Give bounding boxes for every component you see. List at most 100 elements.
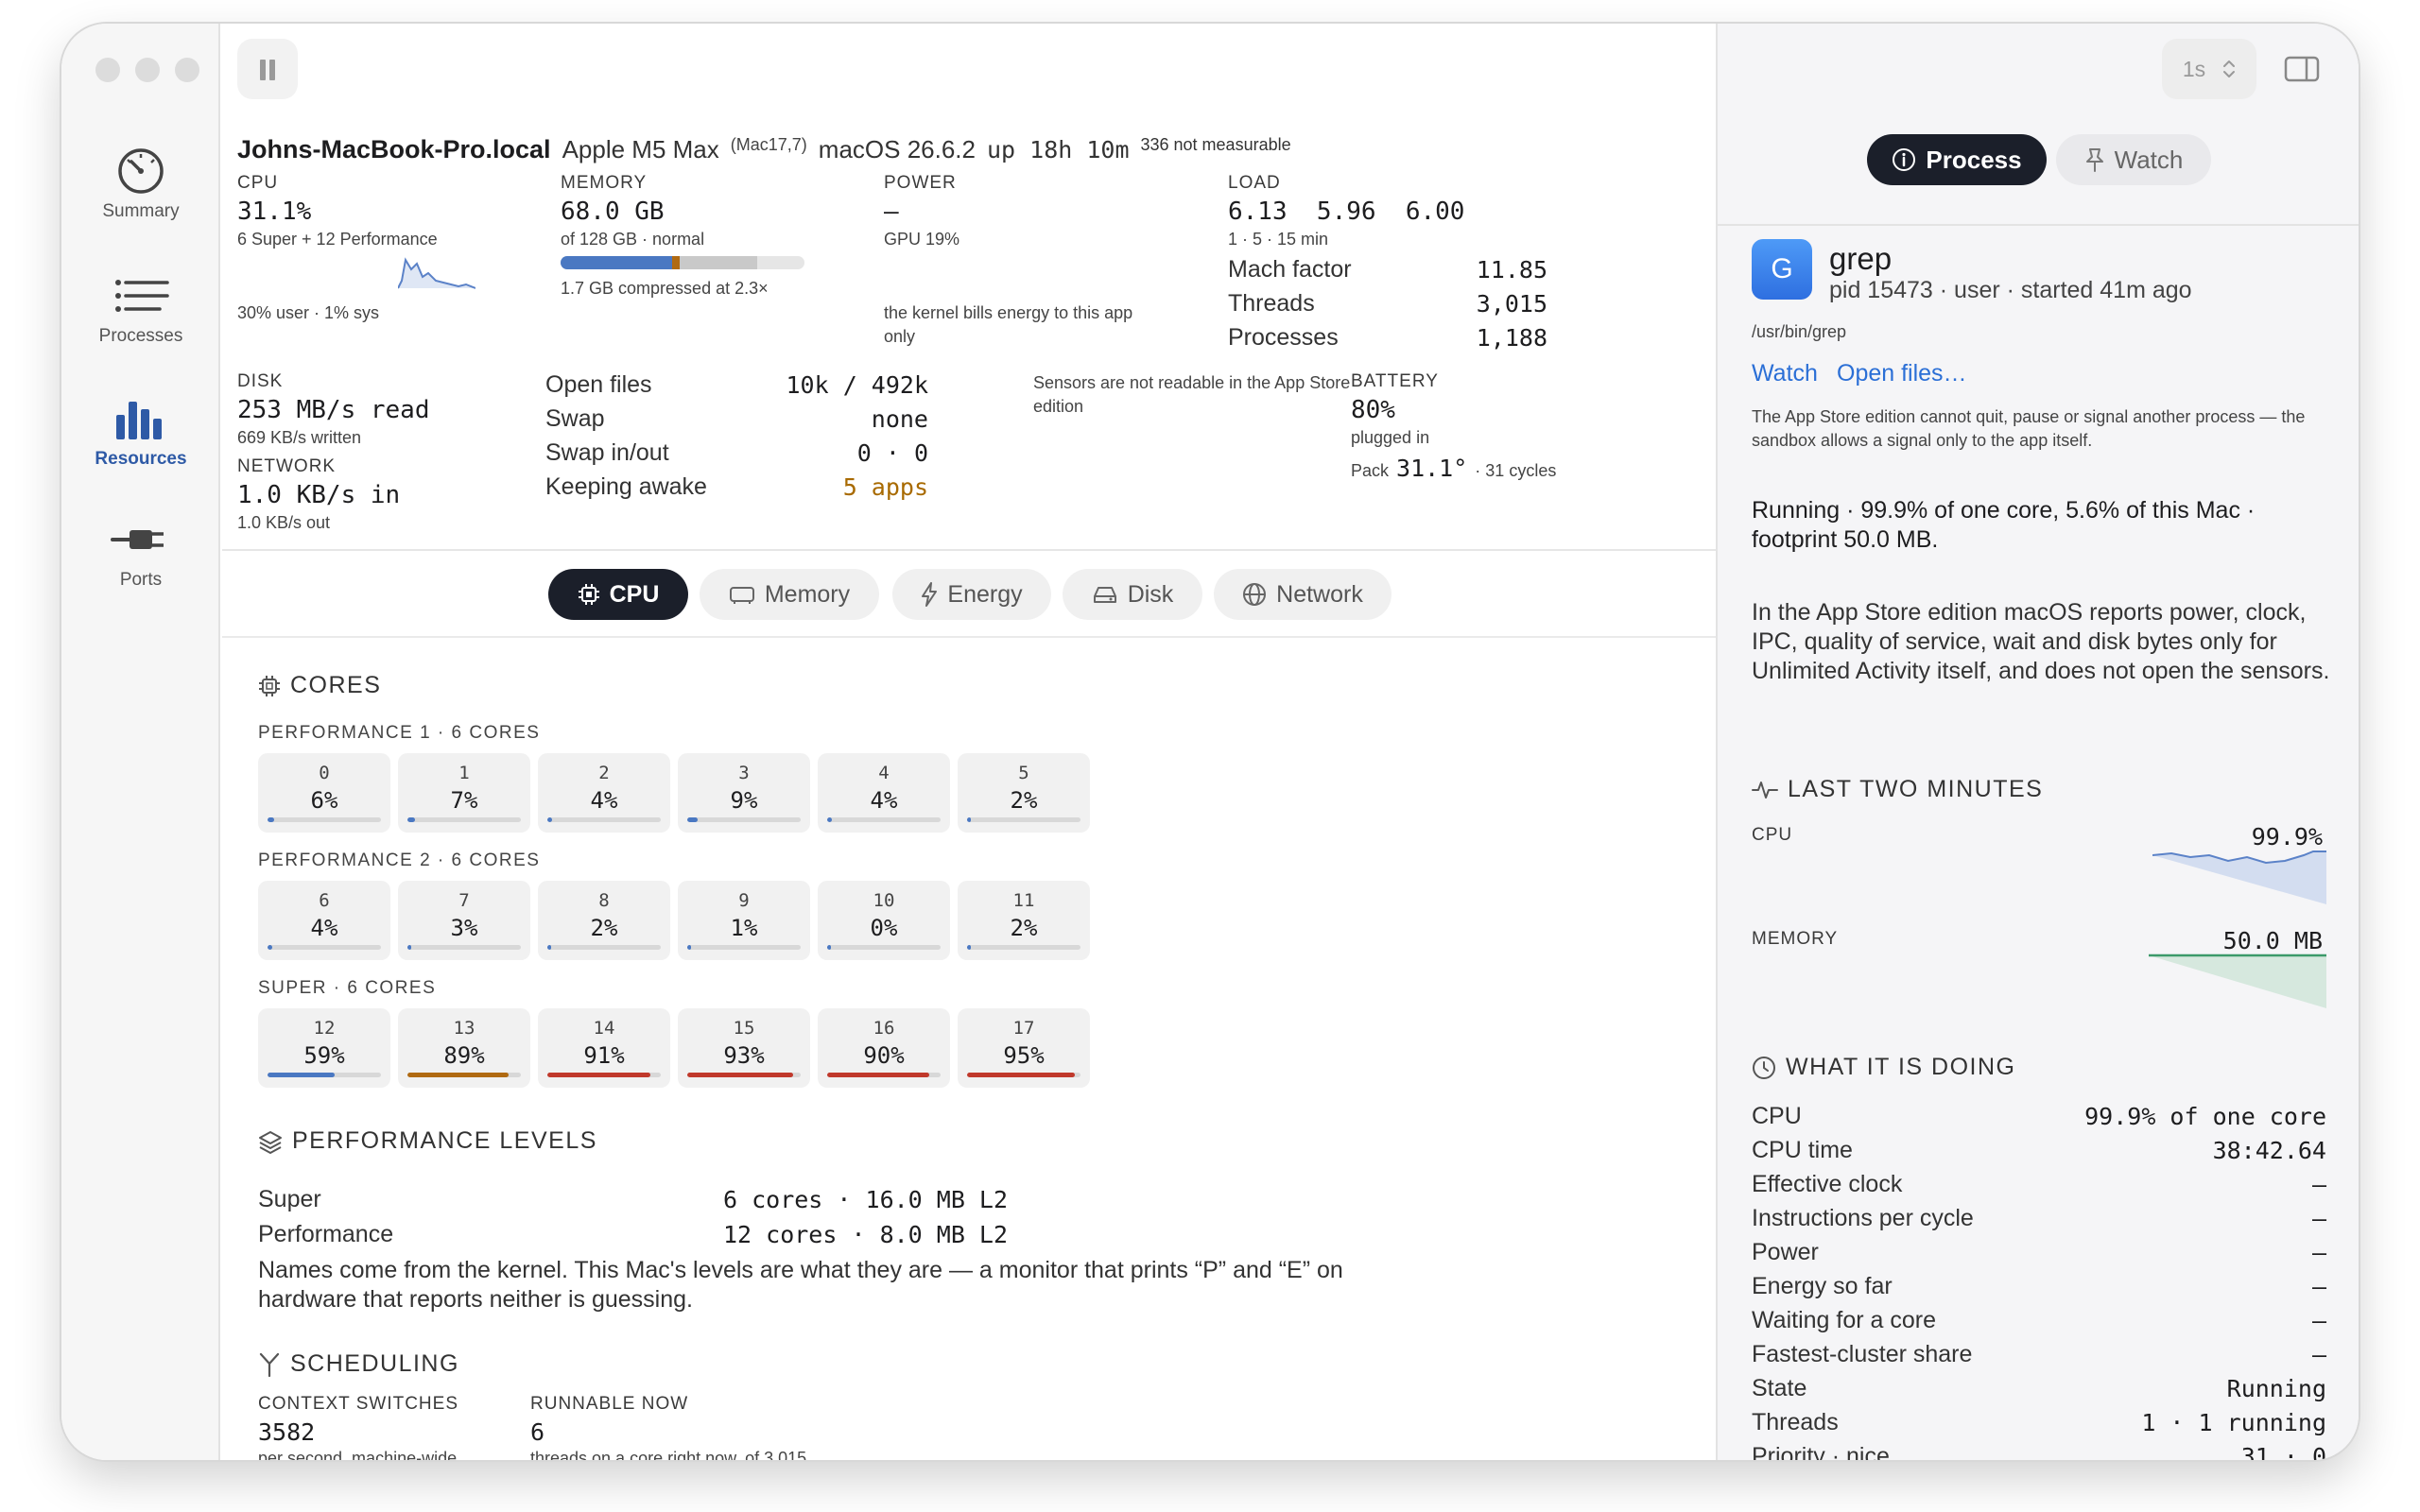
battery-value: 80% bbox=[1351, 396, 1395, 424]
doing-row-label: Effective clock bbox=[1752, 1170, 1903, 1197]
load-row: Processes 1,188 bbox=[1228, 324, 1547, 352]
core-usage: 95% bbox=[1003, 1042, 1045, 1069]
core-usage: 90% bbox=[863, 1042, 905, 1069]
core-usage-fill bbox=[687, 945, 691, 950]
divider bbox=[222, 636, 1716, 638]
doing-row-label: Priority · nice bbox=[1752, 1442, 1890, 1461]
open-files-link[interactable]: Open files… bbox=[1837, 360, 1967, 387]
core-usage-fill bbox=[827, 1073, 929, 1077]
tab-energy[interactable]: Energy bbox=[892, 569, 1051, 620]
doing-row: Priority · nice 31 · 0 bbox=[1752, 1439, 2326, 1461]
tab-disk[interactable]: Disk bbox=[1063, 569, 1202, 620]
files-swap-stats: Open files 10k / 492k Swap none Swap in/ou… bbox=[545, 371, 928, 507]
pause-icon-bar bbox=[269, 60, 275, 80]
core-usage-fill bbox=[967, 1073, 1075, 1077]
memory-bar bbox=[561, 256, 804, 269]
core-usage-fill bbox=[967, 945, 971, 950]
core-usage-fill bbox=[547, 1073, 651, 1077]
sidebar-right-icon bbox=[2284, 56, 2320, 82]
disk-value: 253 MB/s read bbox=[237, 396, 430, 424]
core-id: 12 bbox=[313, 1018, 336, 1039]
core-id: 15 bbox=[733, 1018, 755, 1039]
keeping-awake-link[interactable]: 5 apps bbox=[843, 473, 928, 507]
core-usage-fill bbox=[407, 817, 416, 822]
doing-row-value: — bbox=[2311, 1272, 2326, 1300]
cpu-user-sys: 30% user · 1% sys bbox=[237, 303, 380, 322]
core-cell: 13 89% bbox=[398, 1008, 530, 1088]
sidebar-item-processes[interactable]: Processes bbox=[61, 271, 220, 347]
memory-icon bbox=[729, 587, 754, 604]
core-usage: 6% bbox=[310, 787, 338, 814]
globe-icon bbox=[1243, 583, 1267, 606]
close-window-button[interactable] bbox=[95, 58, 120, 82]
chip-icon bbox=[578, 584, 599, 605]
context-switches-sub: per second, machine-wide bbox=[258, 1449, 458, 1460]
stat-row: Swap in/out 0 · 0 bbox=[545, 439, 928, 467]
doing-row-label: Waiting for a core bbox=[1752, 1306, 1936, 1333]
memory-label: MEMORY bbox=[561, 173, 648, 193]
doing-row-value: — bbox=[2311, 1238, 2326, 1266]
pause-button[interactable] bbox=[237, 39, 298, 99]
sidebar-item-ports[interactable]: Ports bbox=[61, 515, 220, 591]
core-group-label: SUPER · 6 CORES bbox=[258, 978, 437, 998]
tab-network[interactable]: Network bbox=[1214, 569, 1392, 620]
memory-bar-wired bbox=[672, 256, 680, 269]
doing-row: CPU 99.9% of one core bbox=[1752, 1099, 2326, 1133]
core-usage-bar bbox=[268, 817, 381, 822]
toggle-inspector-button[interactable] bbox=[2272, 39, 2332, 99]
core-cell: 4 4% bbox=[818, 753, 950, 833]
core-usage-bar bbox=[687, 1073, 801, 1077]
core-cell: 8 2% bbox=[538, 881, 670, 960]
sidebar-item-resources[interactable]: Resources bbox=[61, 394, 220, 470]
cpu-label: CPU bbox=[237, 173, 279, 193]
core-usage: 2% bbox=[1010, 915, 1038, 941]
tab-memory[interactable]: Memory bbox=[700, 569, 879, 620]
core-usage-bar bbox=[687, 817, 801, 822]
doing-row-label: Instructions per cycle bbox=[1752, 1204, 1974, 1231]
scheduling-title: SCHEDULING bbox=[258, 1350, 459, 1378]
history-memory-label: MEMORY bbox=[1752, 929, 1839, 949]
process-button[interactable]: Process bbox=[1867, 134, 2047, 185]
core-usage-bar bbox=[967, 817, 1080, 822]
bar-chart-icon bbox=[116, 402, 162, 439]
doing-row: Waiting for a core — bbox=[1752, 1303, 2326, 1337]
doing-row-label: CPU bbox=[1752, 1102, 1802, 1129]
core-cell: 11 2% bbox=[958, 881, 1090, 960]
refresh-interval-stepper[interactable]: 1s bbox=[2162, 39, 2256, 99]
watch-link[interactable]: Watch bbox=[1752, 360, 1818, 387]
sidebar-item-summary[interactable]: Summary bbox=[61, 146, 220, 222]
minimize-window-button[interactable] bbox=[135, 58, 160, 82]
core-cell: 15 93% bbox=[678, 1008, 810, 1088]
core-usage-bar bbox=[547, 945, 661, 950]
core-usage: 7% bbox=[450, 787, 478, 814]
core-usage: 1% bbox=[730, 915, 758, 941]
core-usage: 59% bbox=[303, 1042, 345, 1069]
memory-total: of 128 GB · normal bbox=[561, 230, 705, 249]
core-usage-bar bbox=[268, 945, 381, 950]
doing-rows: CPU 99.9% of one core CPU time 38:42.64 Effe… bbox=[1752, 1099, 2326, 1461]
core-cell: 9 1% bbox=[678, 881, 810, 960]
memory-compressed: 1.7 GB compressed at 2.3× bbox=[561, 279, 769, 298]
chip-name: Apple M5 Max bbox=[562, 135, 719, 163]
core-usage-bar bbox=[407, 817, 521, 822]
doing-row-value: 1 · 1 running bbox=[2141, 1408, 2326, 1436]
cores-section-title: CORES bbox=[258, 672, 381, 699]
os-version: macOS 26.6.2 bbox=[818, 135, 976, 163]
core-usage: 4% bbox=[870, 787, 898, 814]
core-usage-fill bbox=[687, 1073, 793, 1077]
doing-row: Threads 1 · 1 running bbox=[1752, 1405, 2326, 1439]
branch-icon bbox=[259, 1352, 280, 1377]
doing-row-value: — bbox=[2311, 1340, 2326, 1368]
core-usage: 0% bbox=[870, 915, 898, 941]
tab-cpu[interactable]: CPU bbox=[548, 569, 688, 620]
zoom-window-button[interactable] bbox=[175, 58, 199, 82]
chevron-updown-icon bbox=[2223, 60, 2236, 77]
core-usage-bar bbox=[967, 1073, 1080, 1077]
divider bbox=[1718, 224, 2359, 226]
watch-button[interactable]: Watch bbox=[2056, 134, 2211, 185]
core-cell: 14 91% bbox=[538, 1008, 670, 1088]
cpu-value: 31.1% bbox=[237, 198, 312, 226]
core-cell: 6 4% bbox=[258, 881, 390, 960]
context-switches-label: CONTEXT SWITCHES bbox=[258, 1394, 458, 1414]
runnable-label: RUNNABLE NOW bbox=[530, 1394, 689, 1414]
